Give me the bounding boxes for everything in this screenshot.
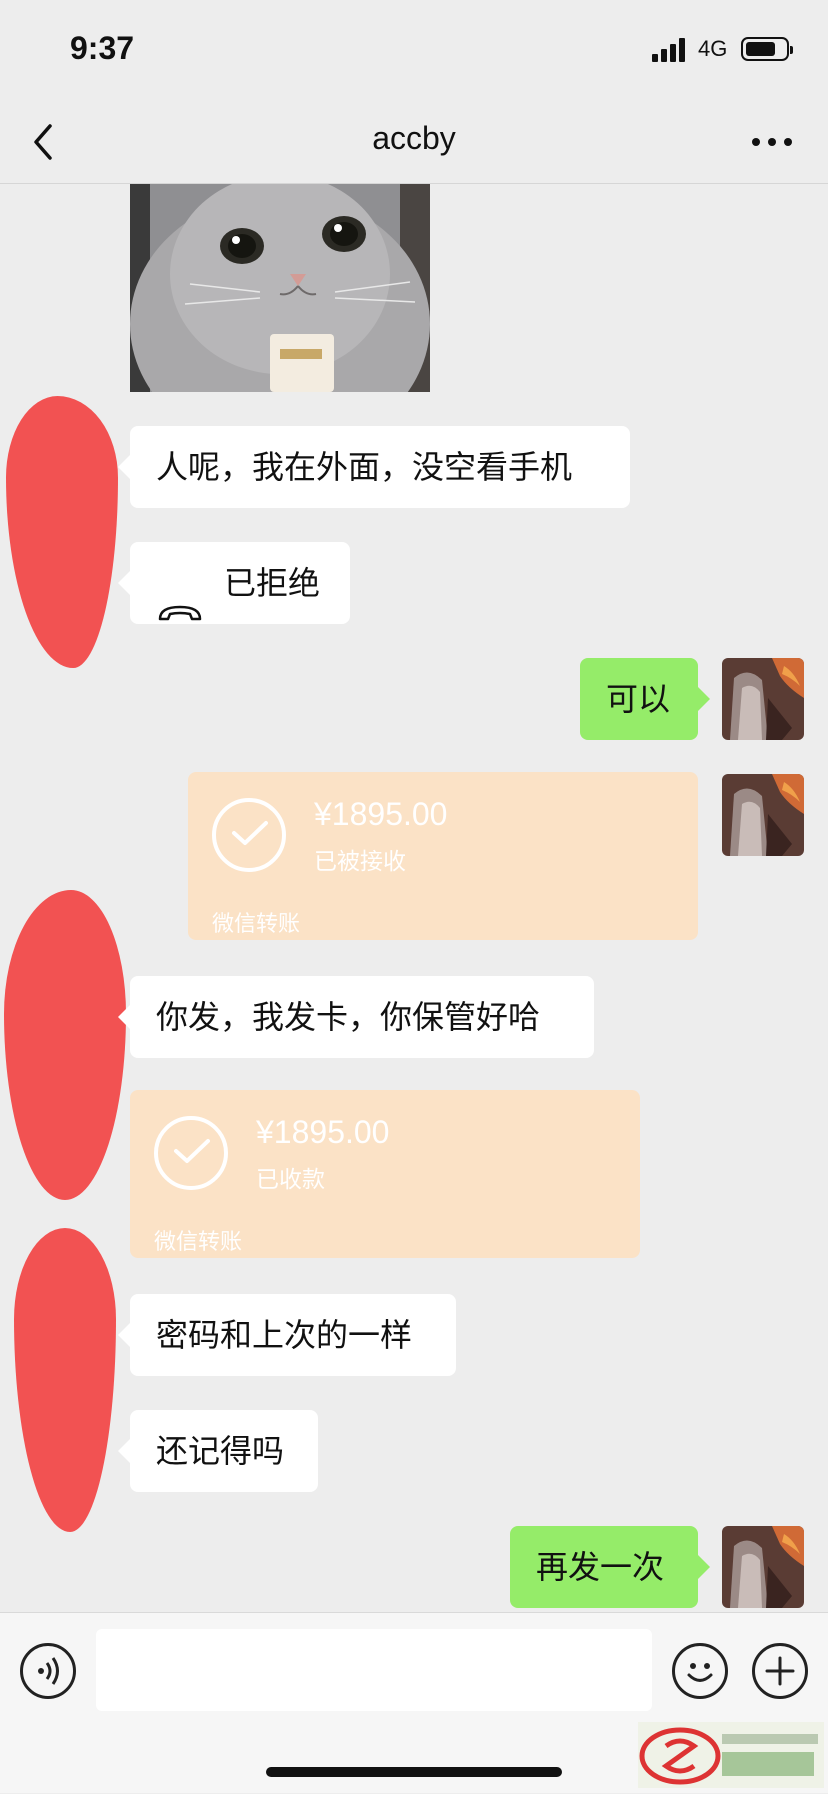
message-bubble[interactable]: 可以 [580,658,710,740]
transfer-status: 已被接收 [314,849,406,875]
self-avatar[interactable] [722,1526,804,1608]
plus-icon[interactable] [752,1643,808,1699]
message-bubble[interactable]: 人呢，我在外面，没空看手机 [118,426,630,508]
redacted-avatar [14,1228,116,1532]
emoji-icon[interactable] [672,1643,728,1699]
message-bubble[interactable]: 你发，我发卡，你保管好哈 [118,976,594,1058]
chat-header: accby [0,100,828,184]
redacted-avatar [4,890,126,1200]
self-avatar[interactable] [722,774,804,856]
message-bubble[interactable]: 再发一次 [510,1526,710,1608]
call-declined-bubble[interactable]: 已拒绝 [118,542,350,624]
transfer-brand: 微信转账 [154,1230,243,1255]
more-ellipsis-icon[interactable] [752,138,792,148]
transfer-card[interactable]: ¥1895.00 已收款 微信转账 [130,1090,640,1258]
message-bubble[interactable]: 还记得吗 [118,1410,318,1492]
transfer-amount: ¥1895.00 [256,1114,390,1150]
redacted-avatar [6,396,118,668]
home-indicator [266,1767,562,1777]
check-circle-icon [154,1116,228,1190]
transfer-brand: 微信转账 [212,912,301,937]
message-bubble[interactable]: 密码和上次的一样 [118,1294,456,1376]
message-text: 你发，我发卡，你保管好哈 [156,998,541,1036]
message-text: 再发一次 [536,1548,665,1586]
message-text: 还记得吗 [156,1432,285,1470]
message-text: 密码和上次的一样 [156,1316,413,1354]
transfer-amount: ¥1895.00 [314,796,448,832]
check-circle-icon [212,798,286,872]
cat-photo-message[interactable] [130,184,430,392]
message-text: 人呢，我在外面，没空看手机 [156,448,573,486]
signal-icon [652,38,688,62]
self-avatar[interactable] [722,658,804,740]
battery-icon [741,37,793,61]
network-type: 4G [698,36,728,61]
status-time: 9:37 [70,30,135,66]
watermark-logo [636,1720,826,1790]
phone-hangup-icon [156,573,204,621]
status-bar: 9:37 4G [0,0,828,100]
transfer-status: 已收款 [256,1167,325,1193]
message-text: 可以 [606,680,671,718]
transfer-card[interactable]: ¥1895.00 已被接收 微信转账 [188,772,698,940]
message-input[interactable] [96,1629,652,1711]
chat-title: accby [372,120,456,156]
voice-icon[interactable] [20,1643,76,1699]
call-status-text: 已拒绝 [224,564,321,602]
